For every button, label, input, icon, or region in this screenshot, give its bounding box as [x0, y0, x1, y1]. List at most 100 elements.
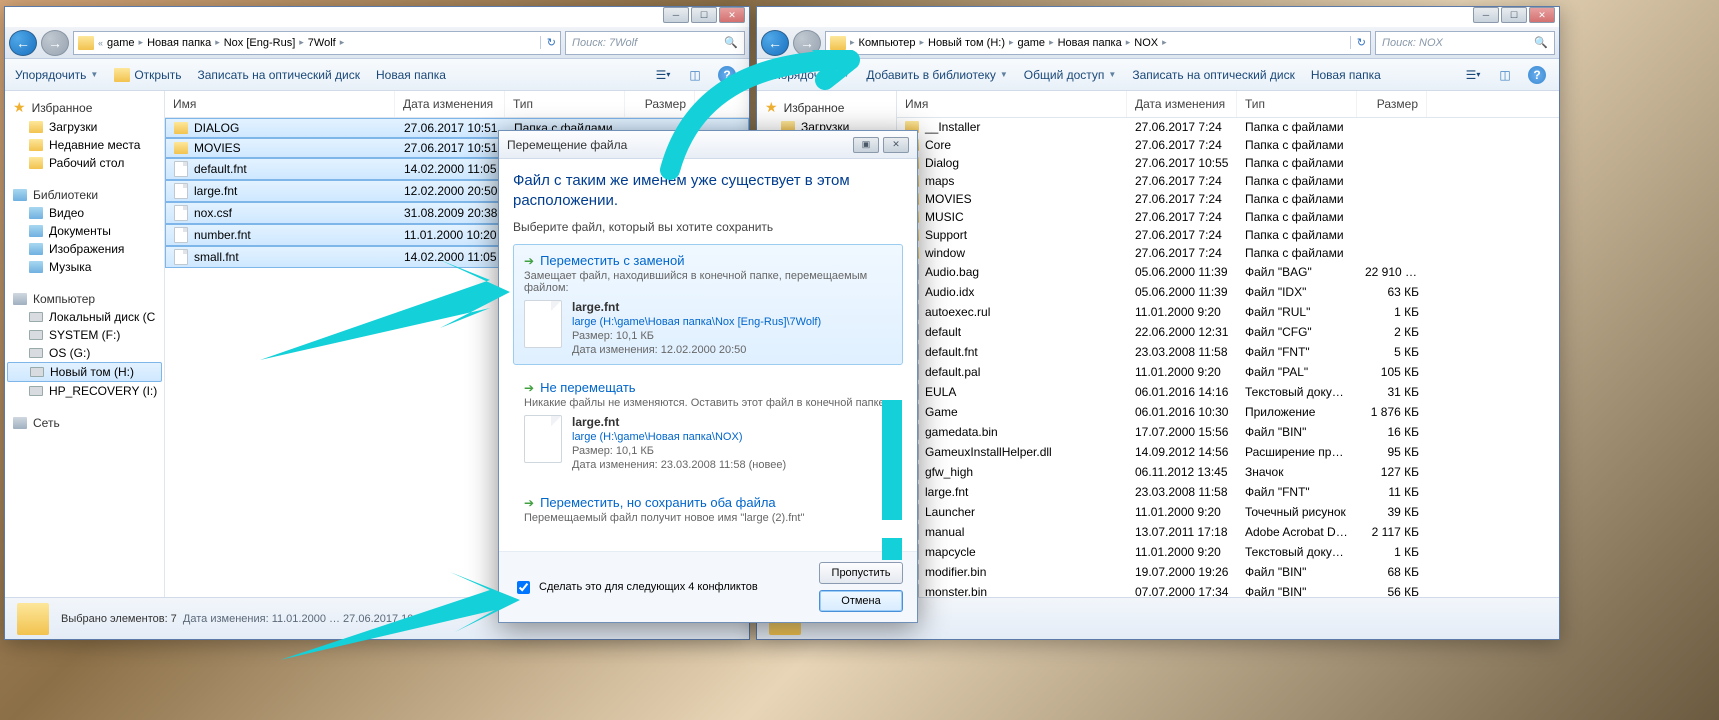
minimize-button[interactable]: ─ — [1473, 7, 1499, 23]
nav-item[interactable]: Видео — [5, 204, 164, 222]
back-button[interactable]: ← — [9, 30, 37, 56]
file-row[interactable]: mapcycle11.01.2000 9:20Текстовый докум…1… — [897, 542, 1559, 562]
file-row[interactable]: Game06.01.2016 10:30Приложение1 876 КБ — [897, 402, 1559, 422]
column-type[interactable]: Тип — [1237, 91, 1357, 117]
file-row[interactable]: Dialog27.06.2017 10:55Папка с файлами — [897, 154, 1559, 172]
maximize-button[interactable]: ☐ — [1501, 7, 1527, 23]
file-row[interactable]: manual13.07.2011 17:18Adobe Acrobat D…2 … — [897, 522, 1559, 542]
libraries-header[interactable]: Библиотеки — [5, 186, 164, 204]
preview-pane-button[interactable]: ◫ — [1493, 64, 1517, 86]
option-dont-move[interactable]: ➔Не перемещать Никакие файлы не изменяют… — [513, 371, 903, 480]
refresh-icon[interactable]: ↻ — [540, 36, 556, 49]
nav-item[interactable]: Недавние места — [5, 136, 164, 154]
breadcrumb-seg[interactable]: Новая папка — [1058, 37, 1122, 49]
search-input[interactable]: Поиск: 7Wolf 🔍 — [565, 31, 745, 55]
breadcrumb[interactable]: « game▸ Новая папка▸ Nox [Eng-Rus]▸ 7Wol… — [73, 31, 561, 55]
option-keep-both[interactable]: ➔Переместить, но сохранить оба файла Пер… — [513, 486, 903, 533]
nav-item-drive[interactable]: OS (G:) — [5, 344, 164, 362]
new-folder-button[interactable]: Новая папка — [376, 68, 446, 82]
burn-button[interactable]: Записать на оптический диск — [197, 68, 360, 82]
checkbox-input[interactable] — [517, 581, 530, 594]
file-row[interactable]: large.fnt23.03.2008 11:58Файл "FNT"11 КБ — [897, 482, 1559, 502]
organize-menu[interactable]: Упорядочить▼ — [15, 68, 98, 82]
burn-button[interactable]: Записать на оптический диск — [1132, 68, 1295, 82]
organize-menu[interactable]: Упорядочить▼ — [767, 68, 850, 82]
file-row[interactable]: default.fnt23.03.2008 11:58Файл "FNT"5 К… — [897, 342, 1559, 362]
dialog-close-button[interactable]: ✕ — [883, 137, 909, 153]
dialog-toggle-button[interactable]: ▣ — [853, 137, 879, 153]
file-row[interactable]: MUSIC27.06.2017 7:24Папка с файлами — [897, 208, 1559, 226]
breadcrumb-seg[interactable]: 7Wolf — [308, 37, 336, 49]
file-row[interactable]: GameuxInstallHelper.dll14.09.2012 14:56Р… — [897, 442, 1559, 462]
close-button[interactable]: ✕ — [719, 7, 745, 23]
favorites-header[interactable]: ★Избранное — [5, 97, 164, 118]
breadcrumb-seg[interactable]: Компьютер — [859, 37, 916, 49]
close-button[interactable]: ✕ — [1529, 7, 1555, 23]
breadcrumb[interactable]: ▸ Компьютер▸ Новый том (H:)▸ game▸ Новая… — [825, 31, 1371, 55]
file-row[interactable]: default.pal11.01.2000 9:20Файл "PAL"105 … — [897, 362, 1559, 382]
breadcrumb-seg[interactable]: game — [1018, 37, 1046, 49]
file-row[interactable]: monster.bin07.07.2000 17:34Файл "BIN"56 … — [897, 582, 1559, 597]
back-button[interactable]: ← — [761, 30, 789, 56]
open-button[interactable]: Открыть — [114, 68, 181, 82]
column-date[interactable]: Дата изменения — [395, 91, 505, 117]
breadcrumb-seg[interactable]: game — [107, 37, 135, 49]
file-row[interactable]: EULA06.01.2016 14:16Текстовый докум…31 К… — [897, 382, 1559, 402]
refresh-icon[interactable]: ↻ — [1350, 36, 1366, 49]
cancel-button[interactable]: Отмена — [819, 590, 903, 612]
network-header[interactable]: Сеть — [5, 414, 164, 432]
file-row[interactable]: default22.06.2000 12:31Файл "CFG"2 КБ — [897, 322, 1559, 342]
breadcrumb-seg[interactable]: Новая папка — [147, 37, 211, 49]
minimize-button[interactable]: ─ — [663, 7, 689, 23]
share-menu[interactable]: Общий доступ▼ — [1024, 68, 1117, 82]
nav-item[interactable]: Загрузки — [5, 118, 164, 136]
nav-item-drive[interactable]: Локальный диск (C — [5, 308, 164, 326]
breadcrumb-seg[interactable]: Новый том (H:) — [928, 37, 1005, 49]
preview-pane-button[interactable]: ◫ — [683, 64, 707, 86]
file-row[interactable]: window27.06.2017 7:24Папка с файлами — [897, 244, 1559, 262]
file-row[interactable]: autoexec.rul11.01.2000 9:20Файл "RUL"1 К… — [897, 302, 1559, 322]
add-to-library-menu[interactable]: Добавить в библиотеку▼ — [866, 68, 1007, 82]
nav-item[interactable]: Изображения — [5, 240, 164, 258]
nav-item[interactable]: Музыка — [5, 258, 164, 276]
help-button[interactable]: ? — [715, 64, 739, 86]
nav-item[interactable]: Рабочий стол — [5, 154, 164, 172]
nav-item-drive[interactable]: Новый том (H:) — [7, 362, 162, 382]
column-size[interactable]: Размер — [625, 91, 695, 117]
view-menu[interactable]: ☰▾ — [1461, 64, 1485, 86]
help-button[interactable]: ? — [1525, 64, 1549, 86]
file-row[interactable]: MOVIES27.06.2017 7:24Папка с файлами — [897, 190, 1559, 208]
forward-button[interactable]: → — [41, 30, 69, 56]
apply-to-all-checkbox[interactable]: Сделать это для следующих 4 конфликтов — [513, 578, 758, 597]
new-folder-button[interactable]: Новая папка — [1311, 68, 1381, 82]
file-row[interactable]: Core27.06.2017 7:24Папка с файлами — [897, 136, 1559, 154]
nav-item-drive[interactable]: SYSTEM (F:) — [5, 326, 164, 344]
file-row[interactable]: gfw_high06.11.2012 13:45Значок127 КБ — [897, 462, 1559, 482]
file-list[interactable]: Имя Дата изменения Тип Размер __Installe… — [897, 91, 1559, 597]
column-name[interactable]: Имя — [897, 91, 1127, 117]
file-row[interactable]: Support27.06.2017 7:24Папка с файлами — [897, 226, 1559, 244]
column-date[interactable]: Дата изменения — [1127, 91, 1237, 117]
file-row[interactable]: gamedata.bin17.07.2000 15:56Файл "BIN"16… — [897, 422, 1559, 442]
file-row[interactable]: Launcher11.01.2000 9:20Точечный рисунок3… — [897, 502, 1559, 522]
favorites-header[interactable]: ★Избранное — [757, 97, 896, 118]
file-row[interactable]: Audio.idx05.06.2000 11:39Файл "IDX"63 КБ — [897, 282, 1559, 302]
forward-button[interactable]: → — [793, 30, 821, 56]
column-size[interactable]: Размер — [1357, 91, 1427, 117]
file-row[interactable]: __Installer27.06.2017 7:24Папка с файлам… — [897, 118, 1559, 136]
view-menu[interactable]: ☰▾ — [651, 64, 675, 86]
search-input[interactable]: Поиск: NOX 🔍 — [1375, 31, 1555, 55]
column-type[interactable]: Тип — [505, 91, 625, 117]
file-row[interactable]: modifier.bin19.07.2000 19:26Файл "BIN"68… — [897, 562, 1559, 582]
file-row[interactable]: maps27.06.2017 7:24Папка с файлами — [897, 172, 1559, 190]
breadcrumb-seg[interactable]: Nox [Eng-Rus] — [224, 37, 296, 49]
navigation-pane[interactable]: ★ИзбранноеЗагрузкиНедавние местаРабочий … — [5, 91, 165, 597]
nav-item[interactable]: Документы — [5, 222, 164, 240]
computer-header[interactable]: Компьютер — [5, 290, 164, 308]
column-name[interactable]: Имя — [165, 91, 395, 117]
nav-item-drive[interactable]: HP_RECOVERY (I:) — [5, 382, 164, 400]
option-replace[interactable]: ➔Переместить с заменой Замещает файл, на… — [513, 244, 903, 365]
skip-button[interactable]: Пропустить — [819, 562, 903, 584]
file-row[interactable]: Audio.bag05.06.2000 11:39Файл "BAG"22 91… — [897, 262, 1559, 282]
maximize-button[interactable]: ☐ — [691, 7, 717, 23]
